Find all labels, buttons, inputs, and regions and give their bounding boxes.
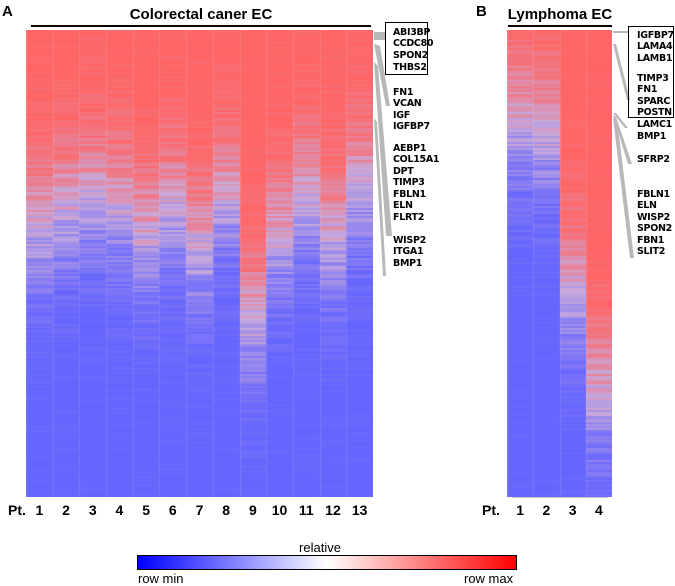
connector-b-group5 [613,118,634,258]
column-label: 8 [222,502,231,518]
gene-label: CCDC80 [393,38,434,49]
column-label: 4 [115,502,124,518]
column-label: 11 [298,502,314,518]
column-label: 2 [62,502,70,518]
connector-b-group1 [613,31,628,33]
gene-label: FBLN1 [393,189,426,200]
column-label: 4 [594,502,603,518]
gene-label: DPT [393,166,414,177]
gene-label: FLRT2 [393,212,425,223]
gene-label: COL15A1 [393,154,440,165]
gene-label: SFRP2 [637,154,670,165]
gene-label: ELN [393,200,413,211]
gene-label: BMP1 [637,131,667,142]
gene-label: SLIT2 [637,246,666,257]
column-label: 13 [351,502,368,518]
pt-axis-label-b: Pt. [482,502,500,518]
gene-label: SPON2 [637,223,672,234]
gene-label: BMP1 [393,258,423,269]
color-scale-bar [137,555,517,570]
column-label: 2 [542,502,551,518]
legend-min-label: row min [138,571,184,586]
gene-label: TIMP3 [393,177,425,188]
gene-label: WISP2 [393,235,426,246]
column-label: 1 [35,502,44,518]
column-label: 10 [271,502,288,518]
gene-label: SPON2 [393,50,428,61]
column-label: 3 [568,502,577,518]
column-label: 12 [325,502,341,518]
gene-label: LAMB1 [637,53,673,64]
column-label: 5 [142,502,150,518]
gene-label: THBS2 [393,62,427,73]
gene-connectors [374,31,634,276]
gene-label: ITGA1 [393,246,424,257]
gene-label: WISP2 [637,212,670,223]
gene-label: IGF [393,110,410,121]
gene-label: SPARC [637,96,671,107]
gene-label: LAMC1 [637,119,672,130]
gene-label: ABI3BP [393,27,431,38]
gene-label: VCAN [393,98,422,109]
gene-label: FN1 [393,87,414,98]
column-label: 3 [88,502,97,518]
gene-label: POSTN [637,107,672,118]
gene-label: AEBP1 [393,143,427,154]
gene-label: TIMP3 [637,73,669,84]
gene-label: IGFBP7 [637,30,674,41]
legend-title: relative [299,540,341,555]
column-label: 6 [168,502,177,518]
column-label: 7 [195,502,204,518]
gene-label: ELN [637,200,657,211]
gene-label: IGFBP7 [393,121,430,132]
pt-axis-label-a: Pt. [8,502,26,518]
gene-label: FN1 [637,84,658,95]
gene-label: FBN1 [637,235,665,246]
legend-max-label: row max [464,571,514,586]
gene-label: LAMA4 [637,41,673,52]
column-label: 1 [516,502,525,518]
column-label: 9 [248,502,257,518]
gene-label: FBLN1 [637,189,670,200]
